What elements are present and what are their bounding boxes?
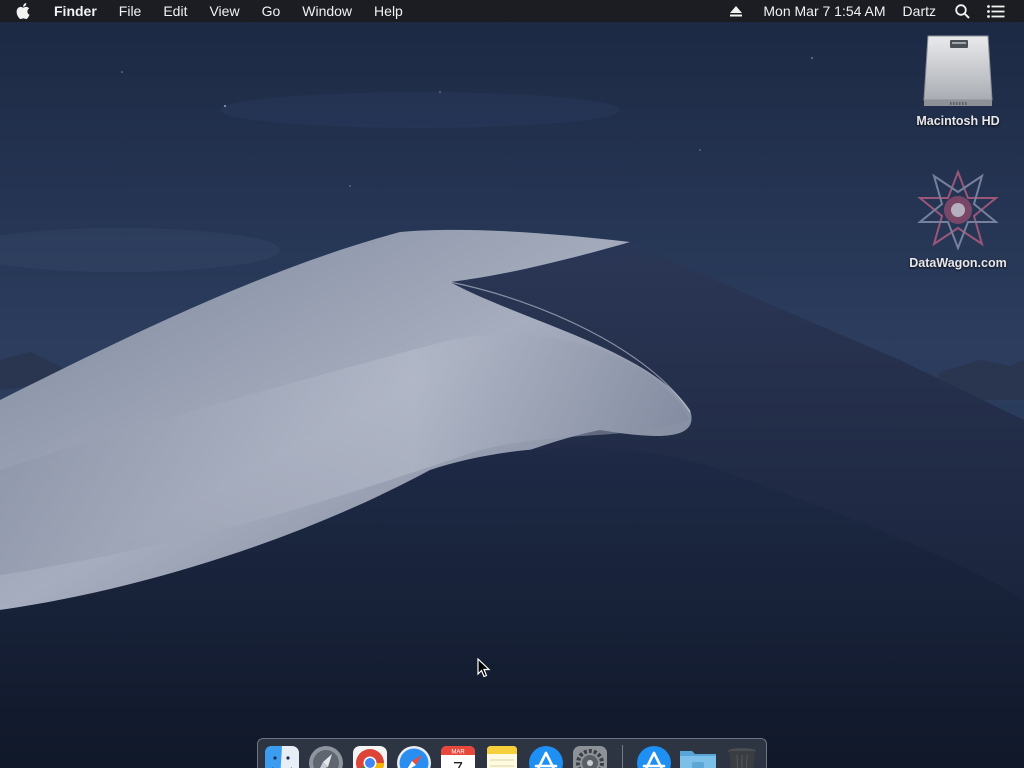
- menu-bar-status: Mon Mar 7 1:54 AM Dartz: [723, 0, 1024, 22]
- safari-icon: [397, 746, 431, 768]
- desktop[interactable]: Finder File Edit View Go Window Help Mon…: [0, 0, 1024, 768]
- dock-app-calendar[interactable]: MAR 7: [440, 745, 476, 768]
- dock-app-app-store[interactable]: [528, 745, 564, 768]
- menu-bar-user[interactable]: Dartz: [893, 0, 943, 22]
- notes-icon: [487, 746, 517, 768]
- dock-app-chrome[interactable]: [352, 745, 388, 768]
- calendar-day: 7: [453, 759, 463, 768]
- calendar-month: MAR: [451, 750, 465, 756]
- trash-icon: [728, 748, 756, 768]
- menu-bar: Finder File Edit View Go Window Help Mon…: [0, 0, 1024, 22]
- eject-icon[interactable]: [723, 5, 749, 17]
- menu-bar-clock[interactable]: Mon Mar 7 1:54 AM: [749, 0, 892, 22]
- desktop-icon-label: DataWagon.com: [909, 256, 1007, 270]
- mouse-cursor-icon: [477, 658, 491, 678]
- chrome-icon: [353, 746, 387, 768]
- dock-separator: [622, 745, 623, 768]
- dock: MAR 7: [257, 738, 767, 768]
- menu-view[interactable]: View: [198, 0, 250, 22]
- finder-icon: [265, 746, 299, 768]
- system-preferences-icon: [573, 746, 607, 768]
- dock-trash[interactable]: [724, 745, 760, 768]
- dock-app-safari[interactable]: [396, 745, 432, 768]
- dock-app-finder[interactable]: [264, 745, 300, 768]
- notification-center-icon[interactable]: [977, 4, 1012, 18]
- menu-edit[interactable]: Edit: [152, 0, 198, 22]
- desktop-wallpaper: [0, 0, 1024, 768]
- desktop-icon-macintosh-hd[interactable]: Macintosh HD: [898, 30, 1018, 128]
- menu-file[interactable]: File: [108, 0, 153, 22]
- applications-stack-icon: [637, 746, 671, 768]
- apple-logo-icon[interactable]: [0, 0, 46, 22]
- launchpad-icon: [309, 746, 343, 768]
- desktop-icon-datawagon[interactable]: DataWagon.com: [898, 168, 1018, 270]
- downloads-folder-icon: [680, 751, 716, 768]
- menu-window[interactable]: Window: [291, 0, 363, 22]
- dock-app-launchpad[interactable]: [308, 745, 344, 768]
- menu-go[interactable]: Go: [251, 0, 292, 22]
- spotlight-search-icon[interactable]: [943, 3, 977, 19]
- menu-bar-left: Finder File Edit View Go Window Help: [0, 0, 414, 22]
- dock-app-system-preferences[interactable]: [572, 745, 608, 768]
- dock-app-notes[interactable]: [484, 745, 520, 768]
- hard-drive-icon: [923, 35, 993, 106]
- datawagon-logo-icon: [917, 169, 999, 251]
- dock-stack-applications[interactable]: [636, 745, 672, 768]
- app-store-icon: [529, 746, 563, 768]
- menu-app-finder[interactable]: Finder: [46, 0, 108, 22]
- calendar-icon: MAR 7: [441, 746, 475, 768]
- desktop-icon-label: Macintosh HD: [916, 114, 1000, 128]
- menu-help[interactable]: Help: [363, 0, 414, 22]
- dock-stack-downloads[interactable]: [678, 745, 716, 768]
